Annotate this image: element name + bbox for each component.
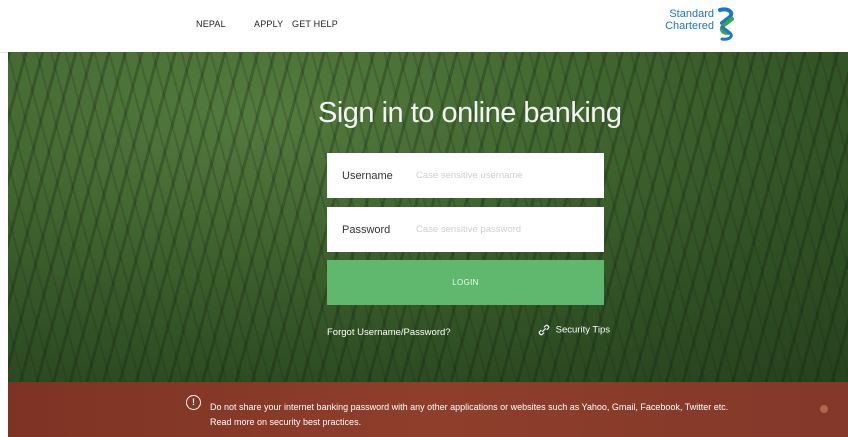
page-title: Sign in to online banking xyxy=(318,97,622,129)
standard-chartered-logo[interactable]: Standard Chartered xyxy=(664,7,744,43)
security-tips-link[interactable]: Security Tips xyxy=(537,323,610,337)
read-more-link[interactable]: Read more on security best practices. xyxy=(210,417,361,427)
security-link-icon xyxy=(538,324,550,336)
nav-apply[interactable]: APPLY xyxy=(254,19,283,29)
username-input[interactable] xyxy=(416,165,596,185)
alert-circle-icon: ! xyxy=(186,395,201,410)
logo-wordmark: Standard Chartered xyxy=(664,8,714,32)
username-field[interactable]: Username xyxy=(327,153,604,198)
notice-message: Do not share your internet banking passw… xyxy=(210,402,729,412)
notice-decoration-dot xyxy=(820,405,828,413)
logo-line-2: Chartered xyxy=(665,20,714,32)
top-navbar: NEPAL APPLY GET HELP Standard Chartered xyxy=(0,0,848,53)
login-button[interactable]: LOGIN xyxy=(327,260,604,305)
security-tips-label: Security Tips xyxy=(555,324,611,336)
nav-get-help[interactable]: GET HELP xyxy=(292,19,338,29)
password-input[interactable] xyxy=(416,219,596,239)
forgot-credentials-link[interactable]: Forgot Username/Password? xyxy=(327,327,451,338)
username-label: Username xyxy=(342,170,393,182)
nav-country-nepal[interactable]: NEPAL xyxy=(196,19,226,29)
password-label: Password xyxy=(342,224,391,236)
security-notice-banner: ! Do not share your internet banking pas… xyxy=(8,382,848,437)
logo-line-1: Standard xyxy=(669,8,714,20)
password-field[interactable]: Password xyxy=(327,207,604,252)
logo-mark-icon xyxy=(718,7,734,41)
